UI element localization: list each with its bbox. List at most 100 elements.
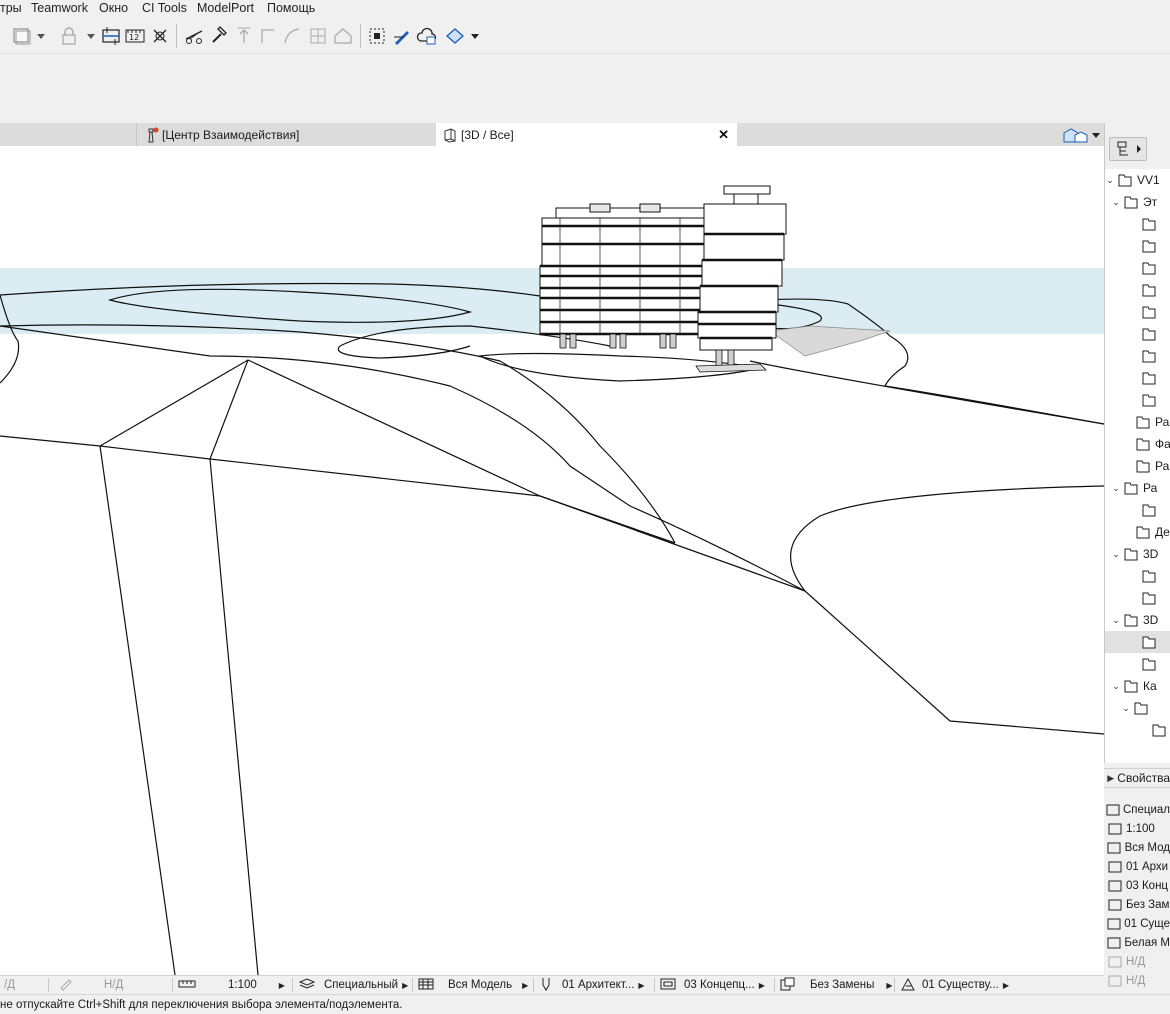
chevron-down-icon[interactable]: ⌄ <box>1111 615 1121 626</box>
measure-tool-icon[interactable]: 12 <box>124 25 146 47</box>
navigator-item[interactable] <box>1105 631 1170 653</box>
chevron-down-icon[interactable]: ⌄ <box>1111 483 1121 494</box>
chevron-right-icon: ▶ <box>1107 772 1115 783</box>
hint-text: не отпускайте Ctrl+Shift для переключени… <box>0 998 403 1011</box>
menu-parameters[interactable]: тры <box>0 1 22 15</box>
menu-teamwork[interactable]: Teamwork <box>31 1 88 15</box>
tab-collaboration-center[interactable]: [Центр Взаимодействия] <box>136 123 436 146</box>
navigator-item[interactable]: ⌄ <box>1105 697 1170 719</box>
navigator-item[interactable] <box>1105 367 1170 389</box>
pencil-icon <box>58 977 74 994</box>
navigator-item[interactable] <box>1105 279 1170 301</box>
properties-list: Специал 1:100 Вся Мод 01 Архи 03 Конц Без Зам… <box>1104 800 1170 990</box>
surface-painter-icon[interactable] <box>444 25 466 47</box>
navigator-item[interactable]: Ра <box>1105 411 1170 433</box>
menu-help[interactable]: Помощь <box>267 1 315 15</box>
navigator-item[interactable]: ⌄ 3D <box>1105 543 1170 565</box>
property-row[interactable]: Н/Д <box>1104 952 1170 971</box>
project-map-icon[interactable] <box>1109 137 1147 161</box>
navigator-item[interactable]: ⌄ VV1 <box>1105 169 1170 191</box>
3d-viewport[interactable] <box>0 146 1104 975</box>
pen-set-icon <box>1104 861 1126 873</box>
property-row[interactable]: 01 Архи <box>1104 857 1170 876</box>
chevron-down-icon[interactable]: ⌄ <box>1111 681 1121 692</box>
status-scale[interactable]: 1:100 ▶ <box>178 976 288 994</box>
pen-tool-icon[interactable] <box>391 25 413 47</box>
elevate-icon[interactable] <box>233 25 255 47</box>
chevron-down-icon[interactable]: ⌄ <box>1111 197 1121 208</box>
navigator-item[interactable]: ⌄ Ка <box>1105 675 1170 697</box>
chevron-right-icon: ▶ <box>1002 980 1009 990</box>
close-icon[interactable]: ✕ <box>718 127 729 143</box>
navigator-item[interactable] <box>1105 301 1170 323</box>
navigator-item[interactable]: ⌄ Эт <box>1105 191 1170 213</box>
hammer-icon[interactable] <box>208 25 230 47</box>
layout-icon[interactable] <box>10 25 32 47</box>
navigator-item[interactable] <box>1105 257 1170 279</box>
status-nd[interactable]: Н/Д <box>58 976 168 994</box>
chevron-down-icon[interactable]: ⌄ <box>1111 549 1121 560</box>
property-row[interactable]: Н/Д <box>1104 971 1170 990</box>
toolbar: 12 <box>0 19 1170 53</box>
lock-dropdown-icon[interactable] <box>84 25 98 47</box>
chevron-down-icon[interactable]: ⌄ <box>1121 703 1131 714</box>
property-row[interactable]: 01 Суще <box>1104 914 1170 933</box>
trim-tool-icon[interactable] <box>183 25 205 47</box>
split-icon[interactable] <box>307 25 329 47</box>
roof-icon[interactable] <box>332 25 354 47</box>
pencil-icon <box>1104 975 1126 987</box>
3d-document-item-icon <box>1141 568 1157 584</box>
status-structure[interactable]: Вся Модель ▶ <box>418 976 530 994</box>
surface-dropdown-icon[interactable] <box>468 25 482 47</box>
menu-modelport[interactable]: ModelPort <box>197 1 254 15</box>
navigator-item[interactable] <box>1105 323 1170 345</box>
status-nd-left[interactable]: /Д <box>4 976 44 994</box>
property-row[interactable]: Без Зам <box>1104 895 1170 914</box>
navigator-item[interactable] <box>1105 653 1170 675</box>
property-row[interactable]: Вся Мод <box>1104 838 1170 857</box>
properties-header[interactable]: ▶ Свойства <box>1104 768 1170 788</box>
property-row[interactable]: 03 Конц <box>1104 876 1170 895</box>
navigator-item[interactable] <box>1105 499 1170 521</box>
menu-ci-tools[interactable]: CI Tools <box>142 1 187 15</box>
status-model-view[interactable]: 03 Концепц... ▶ <box>660 976 772 994</box>
navigator-item[interactable] <box>1105 235 1170 257</box>
select-group-icon[interactable] <box>366 25 388 47</box>
lock-icon[interactable] <box>58 25 80 47</box>
navigator-item[interactable]: Фа <box>1105 433 1170 455</box>
navigator-item[interactable]: Ра <box>1105 455 1170 477</box>
navigator-item[interactable] <box>1105 213 1170 235</box>
status-override[interactable]: Без Замены ▶ <box>780 976 892 994</box>
property-row[interactable]: 1:100 <box>1104 819 1170 838</box>
dimension-tool-icon[interactable] <box>100 25 122 47</box>
building-icon[interactable] <box>1060 124 1090 146</box>
navigator-item[interactable] <box>1105 565 1170 587</box>
navigator-item[interactable] <box>1105 389 1170 411</box>
property-row[interactable]: Белая М <box>1104 933 1170 952</box>
property-row[interactable]: Специал <box>1104 800 1170 819</box>
corner-icon[interactable] <box>257 25 279 47</box>
cloud-sync-icon[interactable] <box>416 25 438 47</box>
navigator-item[interactable] <box>1105 719 1170 741</box>
navigator-item[interactable] <box>1105 587 1170 609</box>
view-dropdown-icon[interactable] <box>1090 124 1102 146</box>
status-pen-set[interactable]: 01 Архитект... ▶ <box>540 976 652 994</box>
navigator-item[interactable]: ⌄ 3D <box>1105 609 1170 631</box>
navigator-item[interactable]: Де <box>1105 521 1170 543</box>
status-nd-left-label: /Д <box>4 979 15 991</box>
status-renovation[interactable]: 01 Существу... ▶ <box>900 976 1012 994</box>
detail-icon <box>1135 524 1151 540</box>
tab-3d-all[interactable]: [3D / Все] ✕ <box>436 123 737 146</box>
house-icon <box>1117 172 1133 188</box>
navigator-item[interactable]: ⌄ Ра <box>1105 477 1170 499</box>
3d-document-item-icon <box>1141 590 1157 606</box>
navigator-item[interactable] <box>1105 345 1170 367</box>
snap-points-icon[interactable] <box>149 25 171 47</box>
3d-cube-icon <box>1141 656 1157 672</box>
menu-window[interactable]: Окно <box>99 1 128 15</box>
chevron-down-icon[interactable]: ⌄ <box>1105 175 1115 186</box>
layers-icon <box>1104 804 1123 816</box>
layout-dropdown-icon[interactable] <box>34 25 48 47</box>
curve-icon[interactable] <box>281 25 303 47</box>
status-layers[interactable]: Специальный ▶ <box>298 976 410 994</box>
